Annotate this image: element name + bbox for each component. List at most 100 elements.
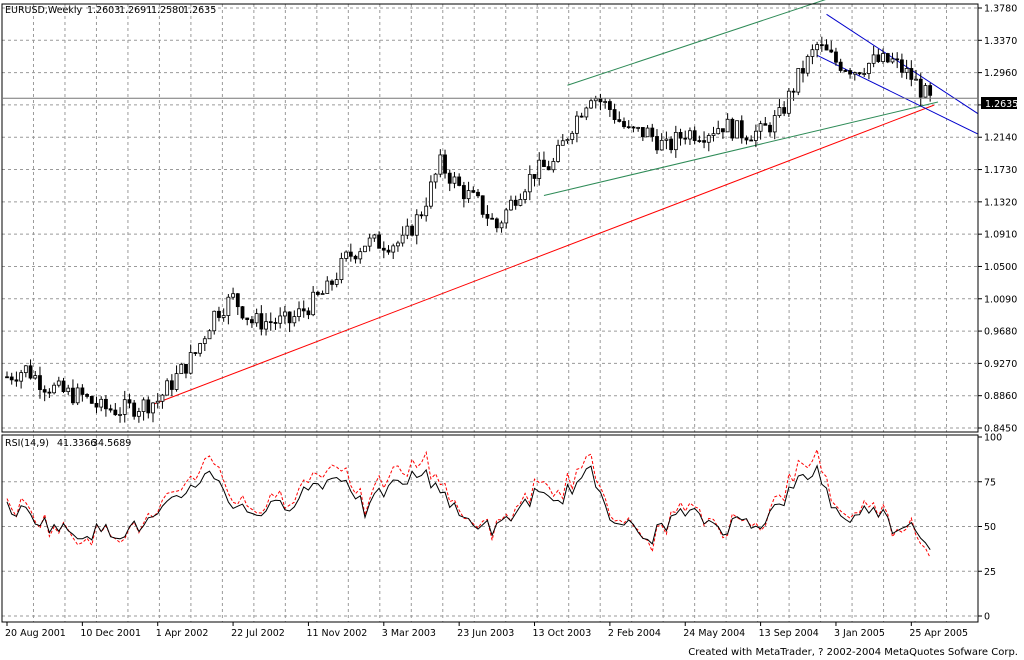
chart-canvas[interactable]: 1.37801.33701.29601.25501.21401.17301.13… [0,0,1024,660]
candle-body [744,137,749,141]
candle-body [819,44,824,47]
price-tick-label: 1.3370 [984,36,1017,47]
candle-body [325,280,330,294]
candle-body [749,139,754,142]
candle-body [438,154,443,175]
price-tick-label: 1.0090 [984,294,1017,305]
candle-body [673,131,678,151]
up-channel-lower-line [543,101,939,197]
price-tick-label: 0.9680 [984,327,1017,338]
candle-body [735,120,739,139]
candle-body [372,234,377,239]
candle-body [306,310,311,316]
candle-body [202,338,207,344]
candle-body [433,173,438,183]
candle-body [763,123,768,126]
candle-body [245,317,250,320]
candle-body [777,107,782,116]
candle-body [99,398,104,408]
candle-body [711,133,716,136]
candle-body [692,130,697,141]
candle-body [42,389,47,393]
date-tick-label: 1 Apr 2002 [156,628,209,639]
candle-body [466,190,471,200]
candle-body [198,343,203,354]
candle-body [476,191,480,197]
candle-body [396,242,400,247]
candle-body [108,408,113,411]
candle-body [862,73,867,75]
candle-body [85,394,89,397]
candle-body [542,159,546,167]
rsi-value-1: 41.3366 [57,438,96,449]
candle-body [655,136,659,151]
candle-body [570,132,575,140]
price-panel-border [1,3,979,433]
rsi-tick-label: 50 [984,522,996,533]
candle-body [386,249,391,253]
price-tick-label: 1.3780 [984,4,1017,15]
candle-body [923,85,928,98]
candle-body [890,58,895,63]
candle-body [212,310,217,332]
candle-body [250,319,254,324]
candle-body [659,139,664,151]
candle-body [471,190,476,193]
candle-body [231,293,235,298]
rsi-tick-label: 100 [984,433,1002,444]
date-tick-label: 10 Dec 2001 [80,628,141,639]
candle-body [815,44,820,51]
candle-body [838,61,843,71]
candle-body [410,225,414,236]
candle-body [575,115,579,134]
candle-body [532,174,537,179]
candle-body [758,123,763,132]
candle-body [782,107,787,114]
candle-body [607,101,612,110]
candle-body [188,352,193,374]
candle-body [174,373,179,390]
candle-body [334,279,339,285]
candle-body [589,100,593,109]
candle-body [353,255,358,260]
candle-body [315,291,320,295]
candle-body [28,365,33,379]
candle-body [311,291,316,316]
date-tick-label: 25 Apr 2005 [909,628,968,639]
price-tick-label: 1.2140 [984,133,1017,144]
candle-body [739,120,744,139]
candle-body [457,176,462,186]
candle-body [829,49,834,53]
candle-body [169,380,174,390]
candle-body [480,195,485,215]
candle-body [584,107,589,118]
candle-body [645,127,650,138]
candle-body [768,124,772,133]
candle-body [631,126,636,129]
candle-body [268,321,273,324]
candle-body [683,137,688,140]
candle-body [537,159,542,179]
candle-body [330,280,334,285]
candle-body [9,376,14,381]
candle-body [363,245,367,253]
candle-body [612,109,617,120]
candle-body [113,409,118,416]
candle-body [104,398,108,410]
date-tick-label: 3 Jan 2005 [834,628,885,639]
candle-body [885,53,890,63]
candle-body [344,251,349,259]
candle-body [895,58,900,61]
candle-body [579,115,584,118]
candle-body [221,315,226,318]
candle-body [132,402,137,417]
candle-body [443,154,447,174]
candle-body [217,310,221,318]
candle-body [297,308,301,317]
rsi-value-2: 34.5689 [92,438,131,449]
candle-body [622,121,626,128]
candle-body [518,199,523,206]
candle-body [871,54,876,64]
candle-body [513,199,518,206]
candle-body [834,51,838,63]
